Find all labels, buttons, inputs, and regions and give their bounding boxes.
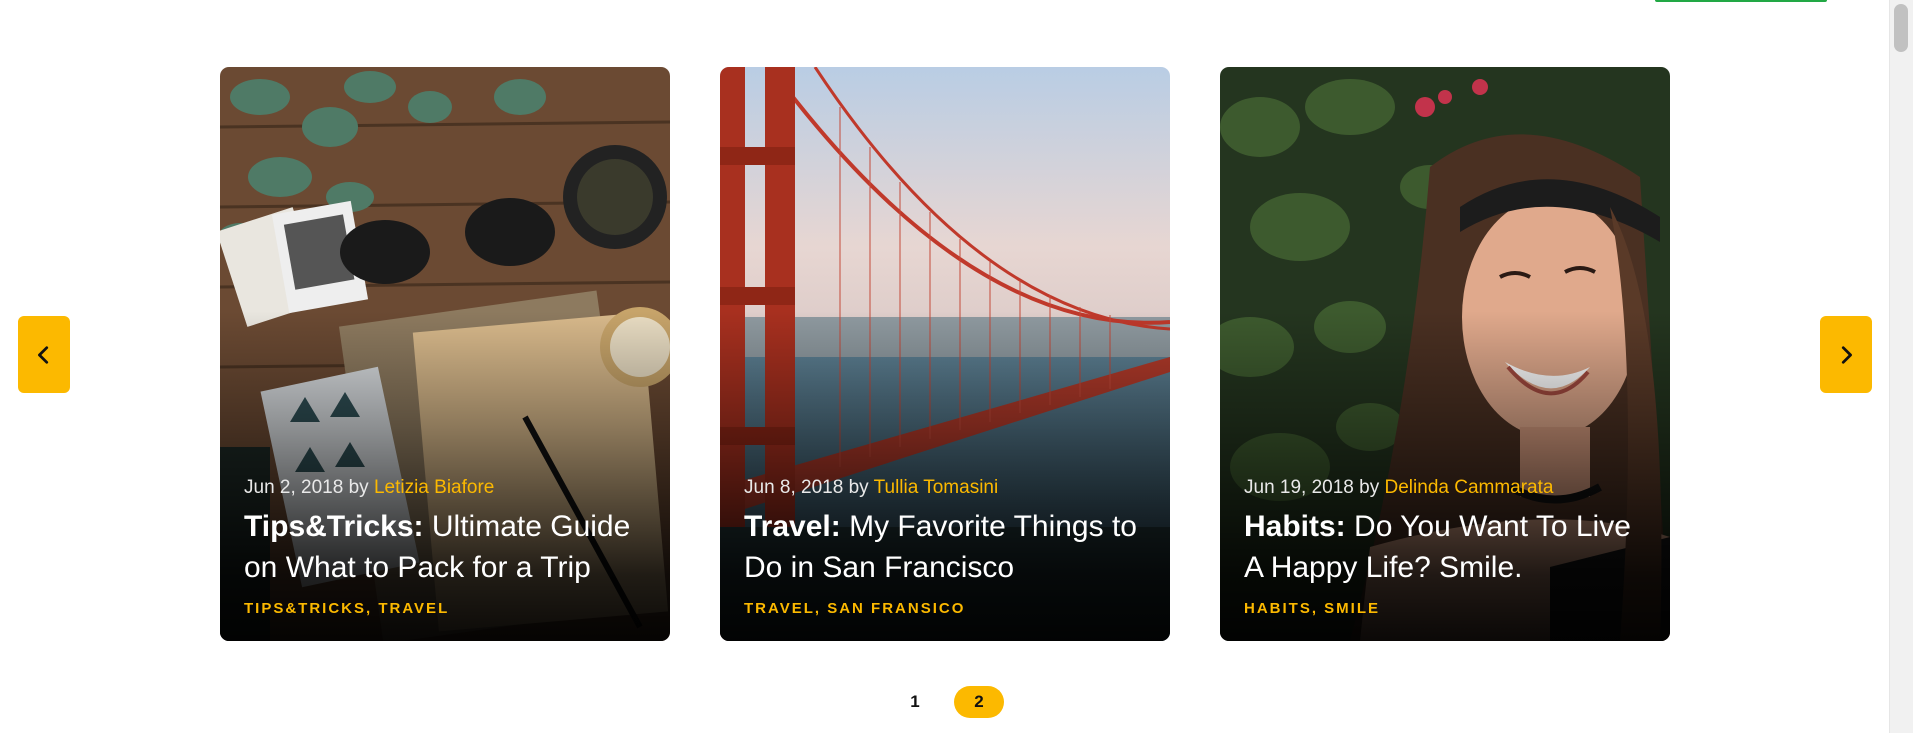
post-meta: Jun 2, 2018 by Letizia Biafore bbox=[244, 476, 652, 500]
post-author-link[interactable]: Letizia Biafore bbox=[374, 477, 494, 498]
post-meta: Jun 19, 2018 by Delinda Cammarata bbox=[1244, 476, 1652, 500]
post-title[interactable]: Habits: Do You Want To Live A Happy Life… bbox=[1244, 506, 1652, 588]
card-content: Jun 19, 2018 by Delinda Cammarata Habits… bbox=[1244, 476, 1652, 617]
pagination-page-2[interactable]: 2 bbox=[954, 686, 1004, 718]
card-content: Jun 8, 2018 by Tullia Tomasini Travel: M… bbox=[744, 476, 1152, 617]
post-meta: Jun 8, 2018 by Tullia Tomasini bbox=[744, 476, 1152, 500]
post-category-label: Habits: bbox=[1244, 510, 1346, 543]
post-author-link[interactable]: Delinda Cammarata bbox=[1385, 477, 1554, 498]
post-tags[interactable]: HABITS, SMILE bbox=[1244, 600, 1652, 617]
post-author-link[interactable]: Tullia Tomasini bbox=[874, 477, 999, 498]
carousel-pagination: 1 2 bbox=[890, 686, 1004, 718]
post-card-travel[interactable]: Jun 8, 2018 by Tullia Tomasini Travel: M… bbox=[720, 67, 1170, 641]
pagination-page-1[interactable]: 1 bbox=[890, 686, 940, 718]
chevron-right-icon bbox=[1841, 345, 1852, 364]
post-by: by bbox=[348, 477, 369, 498]
scrollbar-thumb[interactable] bbox=[1894, 4, 1908, 52]
page: Jun 2, 2018 by Letizia Biafore Tips&Tric… bbox=[0, 0, 1913, 733]
card-content: Jun 2, 2018 by Letizia Biafore Tips&Tric… bbox=[244, 476, 652, 617]
carousel-prev-button[interactable] bbox=[18, 316, 70, 393]
post-date: Jun 19, 2018 bbox=[1244, 477, 1354, 498]
post-date: Jun 8, 2018 bbox=[744, 477, 844, 498]
post-category-label: Tips&Tricks: bbox=[244, 510, 424, 543]
post-date: Jun 2, 2018 bbox=[244, 477, 344, 498]
chevron-left-icon bbox=[38, 345, 49, 364]
carousel-next-button[interactable] bbox=[1820, 316, 1872, 393]
top-green-button-edge[interactable] bbox=[1655, 0, 1827, 2]
post-title[interactable]: Travel: My Favorite Things to Do in San … bbox=[744, 506, 1152, 588]
post-category-label: Travel: bbox=[744, 510, 841, 543]
post-card-tips-tricks[interactable]: Jun 2, 2018 by Letizia Biafore Tips&Tric… bbox=[220, 67, 670, 641]
post-tags[interactable]: TRAVEL, SAN FRANSICO bbox=[744, 600, 1152, 617]
post-card-habits[interactable]: Jun 19, 2018 by Delinda Cammarata Habits… bbox=[1220, 67, 1670, 641]
scrollbar[interactable] bbox=[1889, 0, 1913, 733]
post-tags[interactable]: TIPS&TRICKS, TRAVEL bbox=[244, 600, 652, 617]
post-by: by bbox=[848, 477, 869, 498]
post-title[interactable]: Tips&Tricks: Ultimate Guide on What to P… bbox=[244, 506, 652, 588]
post-by: by bbox=[1359, 477, 1380, 498]
